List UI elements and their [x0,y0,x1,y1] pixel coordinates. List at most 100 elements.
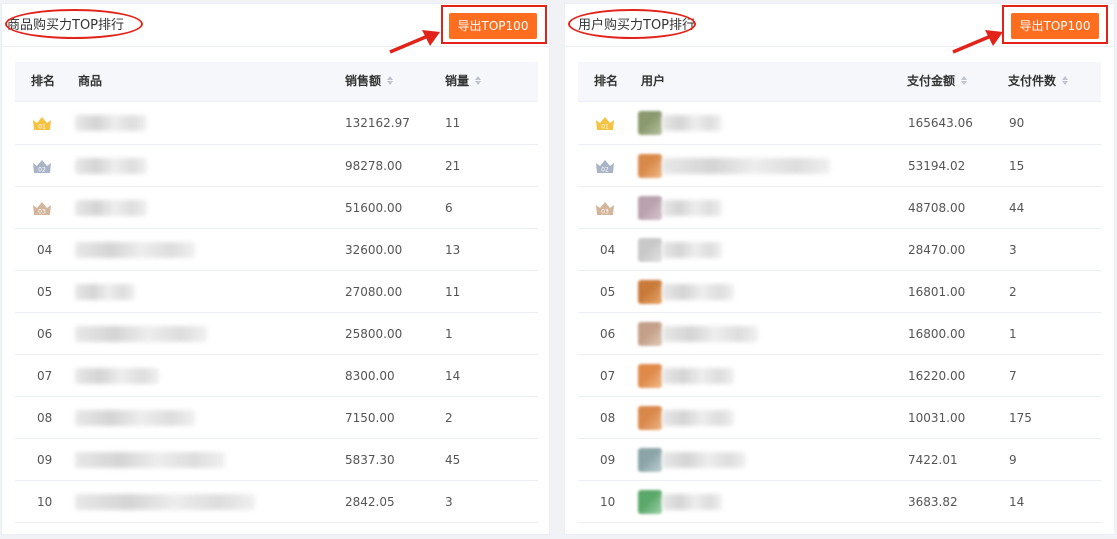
table-row[interactable]: 06 25800.00 1 [15,313,538,355]
red-arrow-icon [952,30,1003,54]
rank-number: 08 [600,411,616,425]
table-row[interactable]: 10 3683.82 14 [578,481,1101,523]
count-value: 2 [1009,285,1017,299]
avatar [638,111,662,135]
export-top100-button[interactable]: 导出TOP100 [1011,13,1099,39]
blurred-user-name [662,410,734,426]
column-user: 用户 [641,74,666,88]
blurred-product-name [75,284,135,300]
amount-value: 48708.00 [908,201,966,215]
crown-badge-number: 02 [38,167,46,174]
column-qty-sortable[interactable]: 销量 [445,62,482,101]
amount-value: 10031.00 [908,411,966,425]
blurred-product-name [75,368,159,384]
table-row[interactable]: 02 53194.02 15 [578,145,1101,187]
column-product: 商品 [78,74,103,88]
count-value: 7 [1009,369,1017,383]
crown-bronze-icon: 03 [596,202,614,216]
sales-value: 98278.00 [345,159,403,173]
blurred-product-name [75,410,195,426]
blurred-product-name [75,200,147,216]
crown-badge-number: 01 [38,124,46,131]
column-amount-label: 支付金额 [907,74,956,88]
qty-value: 1 [445,327,453,341]
column-rank: 排名 [31,74,56,88]
avatar [638,448,662,472]
blurred-user-name [662,368,734,384]
avatar [638,364,662,388]
qty-value: 6 [445,201,453,215]
table-row[interactable]: 06 16800.00 1 [578,313,1101,355]
rank-number: 09 [600,453,616,467]
blurred-user-name [662,452,746,468]
table-row[interactable]: 08 7150.00 2 [15,397,538,439]
product-ranking-panel: 商品购买力TOP排行 导出TOP100 排名 商品 销售额 销量 01 13216… [1,3,550,535]
column-amount-sortable[interactable]: 支付金额 [907,62,968,101]
table-row[interactable]: 07 8300.00 14 [15,355,538,397]
table-row[interactable]: 04 28470.00 3 [578,229,1101,271]
product-panel-header: 商品购买力TOP排行 导出TOP100 [2,4,549,54]
avatar [638,196,662,220]
table-row[interactable]: 05 27080.00 11 [15,271,538,313]
amount-value: 16220.00 [908,369,966,383]
rank-number: 05 [600,285,616,299]
table-row[interactable]: 03 51600.00 6 [15,187,538,229]
blurred-user-name [662,494,722,510]
amount-value: 3683.82 [908,495,958,509]
blurred-product-name [75,158,147,174]
user-rows: 01 165643.06 90 02 53194.02 15 03 48708.00 44 04 2… [578,102,1101,523]
count-value: 175 [1009,411,1032,425]
crown-badge-number: 03 [601,209,609,216]
column-sales-sortable[interactable]: 销售额 [345,62,394,101]
count-value: 1 [1009,327,1017,341]
rank-number: 06 [37,327,53,341]
sales-value: 132162.97 [345,116,410,130]
table-row[interactable]: 07 16220.00 7 [578,355,1101,397]
table-row[interactable]: 04 32600.00 13 [15,229,538,271]
count-value: 14 [1009,495,1025,509]
amount-value: 28470.00 [908,243,966,257]
sales-value: 5837.30 [345,453,395,467]
rank-number: 06 [600,327,616,341]
table-row[interactable]: 03 48708.00 44 [578,187,1101,229]
column-qty-label: 销量 [445,74,470,88]
sales-value: 27080.00 [345,285,403,299]
crown-gold-icon: 01 [33,117,51,131]
table-row[interactable]: 05 16801.00 2 [578,271,1101,313]
sort-caret-icon[interactable] [386,76,394,86]
table-row[interactable]: 08 10031.00 175 [578,397,1101,439]
table-header: 排名 商品 销售额 销量 [15,62,538,102]
crown-badge-number: 01 [601,124,609,131]
table-row[interactable]: 01 132162.97 11 [15,102,538,145]
table-row[interactable]: 01 165643.06 90 [578,102,1101,145]
sort-caret-icon[interactable] [1061,76,1069,86]
avatar [638,154,662,178]
blurred-user-name [662,115,722,131]
table-header: 排名 用户 支付金额 支付件数 [578,62,1101,102]
table-row[interactable]: 02 98278.00 21 [15,145,538,187]
crown-badge-number: 03 [38,209,46,216]
qty-value: 11 [445,116,461,130]
export-top100-button[interactable]: 导出TOP100 [449,13,537,39]
blurred-user-name [662,284,734,300]
amount-value: 16800.00 [908,327,966,341]
avatar [638,280,662,304]
column-count-sortable[interactable]: 支付件数 [1008,62,1069,101]
user-ranking-table: 排名 用户 支付金额 支付件数 01 165643.06 90 02 53194.02 1… [578,62,1101,523]
rank-number: 08 [37,411,53,425]
qty-value: 3 [445,495,453,509]
user-panel-header: 用户购买力TOP排行 导出TOP100 [565,4,1114,54]
avatar [638,322,662,346]
sort-caret-icon[interactable] [474,76,482,86]
count-value: 90 [1009,116,1025,130]
sales-value: 32600.00 [345,243,403,257]
sort-caret-icon[interactable] [960,76,968,86]
crown-silver-icon: 02 [33,160,51,174]
table-row[interactable]: 09 5837.30 45 [15,439,538,481]
qty-value: 11 [445,285,461,299]
count-value: 44 [1009,201,1025,215]
table-row[interactable]: 09 7422.01 9 [578,439,1101,481]
user-panel-title: 用户购买力TOP排行 [578,18,696,33]
sales-value: 2842.05 [345,495,395,509]
table-row[interactable]: 10 2842.05 3 [15,481,538,523]
